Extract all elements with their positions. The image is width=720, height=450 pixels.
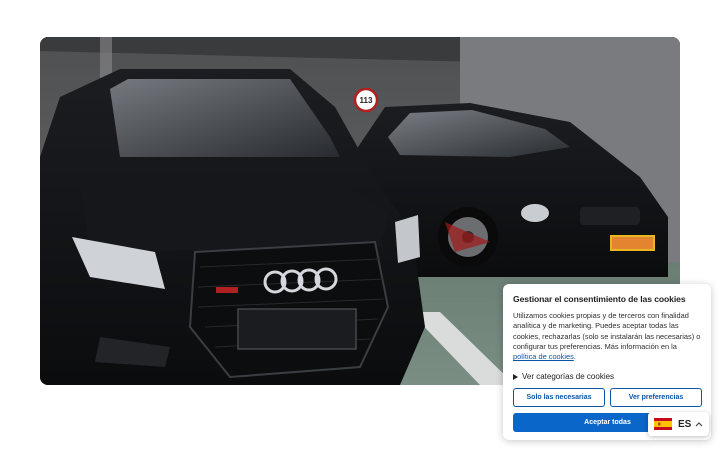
cookie-dialog-description: Utilizamos cookies propias y de terceros… xyxy=(513,311,702,362)
necessary-only-button[interactable]: Solo las necesarias xyxy=(513,388,605,408)
cookie-categories-toggle[interactable]: Ver categorías de cookies xyxy=(513,372,702,381)
parking-sign-number: 113 xyxy=(360,96,373,105)
cookie-dialog-title: Gestionar el consentimiento de las cooki… xyxy=(513,294,686,304)
cookie-policy-link[interactable]: política de cookies xyxy=(513,352,574,361)
language-switcher[interactable]: ES xyxy=(648,412,709,436)
language-code: ES xyxy=(678,418,692,430)
cookie-dialog-text: Utilizamos cookies propias y de terceros… xyxy=(513,311,701,351)
disclosure-triangle-icon xyxy=(513,373,518,380)
cookie-dialog-text-end: . xyxy=(573,352,576,362)
chevron-up-icon xyxy=(695,422,703,427)
spain-flag-icon xyxy=(654,418,672,430)
cookie-categories-label: Ver categorías de cookies xyxy=(522,372,615,382)
cookie-secondary-actions: Solo las necesarias Ver preferencias xyxy=(513,388,702,408)
view-preferences-button[interactable]: Ver preferencias xyxy=(610,388,702,408)
